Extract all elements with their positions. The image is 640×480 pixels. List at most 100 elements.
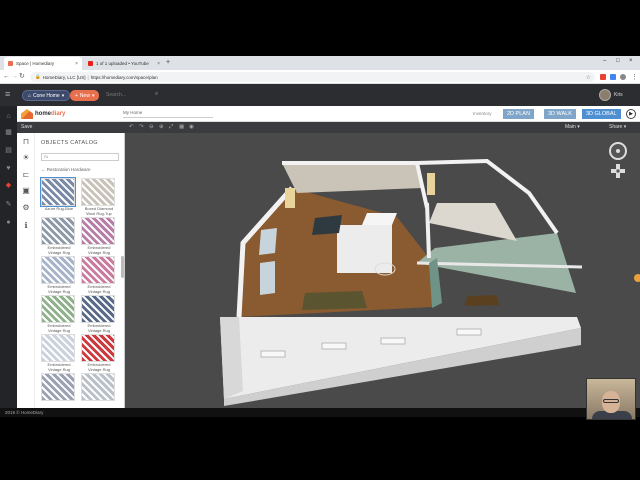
calendar-icon[interactable]: ▦	[4, 128, 13, 137]
document-icon[interactable]: ▤	[4, 146, 13, 155]
level-dropdown[interactable]: Main ▾	[565, 124, 580, 130]
catalog-item[interactable]: Embroidered Vintage Rug	[81, 217, 117, 255]
catalog-item[interactable]: Embroidered Vintage Rug	[41, 217, 77, 255]
url-input[interactable]: 🔒 HomeDiary, LLC [US] | https://homediar…	[30, 72, 595, 82]
catalog-side-tabs: ⊓ ☀ ⊏ ▣ ⚙ ℹ	[17, 133, 35, 408]
extension-icon[interactable]	[610, 74, 616, 80]
fit-view-icon[interactable]: ⤢	[169, 124, 173, 131]
catalog-item[interactable]: Embroidered Vintage Rug	[81, 334, 117, 372]
reload-icon[interactable]: ↻	[19, 72, 25, 81]
grid-icon[interactable]: ▦	[179, 124, 184, 131]
cube-icon[interactable]: ◆	[4, 181, 13, 190]
home-select-label: Cone Home	[33, 92, 60, 99]
maximize-window-icon[interactable]: □	[616, 58, 620, 64]
rug-thumbnail	[81, 373, 115, 401]
catalog-item[interactable]: Embroidered Vintage Rug	[81, 295, 117, 333]
rug-thumbnail	[81, 178, 115, 206]
new-button[interactable]: + New ▾	[70, 90, 100, 101]
camera-icon[interactable]: ◉	[189, 124, 194, 131]
objects-catalog-panel: ⊓ ☀ ⊏ ▣ ⚙ ℹ OBJECTS CATALOG ru ← Restora…	[17, 133, 125, 408]
new-tab-button[interactable]: +	[166, 59, 170, 67]
catalog-item[interactable]: Embroidered Vintage Rug	[41, 256, 77, 294]
catalog-item[interactable]: Embroidered Vintage Rug	[41, 295, 77, 333]
url-site-identity: HomeDiary, LLC [US]	[42, 74, 86, 80]
catalog-item[interactable]: Boxed Diamond Wool Rug-Tup	[81, 178, 117, 216]
catalog-item[interactable]: Embroidered Vintage Rug	[41, 334, 77, 372]
view-2d-plan-button[interactable]: 2D PLAN	[503, 109, 534, 119]
inventory-link[interactable]: Inventory	[473, 111, 492, 116]
browser-tab-homediary[interactable]: Space | Homediary ×	[4, 57, 82, 70]
side-panel-toggle-icon[interactable]	[634, 274, 640, 282]
breadcrumb[interactable]: ← Restoration Hardware	[41, 167, 91, 172]
catalog-item[interactable]: Azure Rug-Blue	[40, 177, 77, 212]
catalog-item-label: Azure Rug-Blue	[44, 206, 74, 211]
zoom-out-icon[interactable]: ⊖	[149, 124, 154, 131]
avatar[interactable]	[599, 89, 611, 101]
redo-icon[interactable]: ↷	[139, 124, 144, 131]
orbit-navigation-icon[interactable]	[609, 142, 627, 160]
home-icon[interactable]: ⌂	[4, 112, 13, 121]
rug-thumbnail	[40, 177, 76, 207]
close-window-icon[interactable]: ×	[629, 58, 633, 64]
bookmark-star-icon[interactable]: ☆	[586, 74, 591, 81]
door-icon[interactable]: ⊏	[21, 170, 31, 180]
undo-icon[interactable]: ↶	[129, 124, 134, 131]
tab-title: 1 of 1 uploaded • YouTube	[96, 61, 149, 66]
view-3d-walk-button[interactable]: 3D WALK	[544, 109, 576, 119]
catalog-item[interactable]	[41, 373, 77, 402]
search-input[interactable]: Search...	[106, 92, 126, 98]
play-icon[interactable]: ▶	[626, 109, 636, 119]
homediary-favicon-icon	[8, 61, 13, 66]
minimize-window-icon[interactable]: –	[603, 58, 606, 64]
catalog-search-input[interactable]: ru	[41, 153, 119, 161]
close-tab-icon[interactable]: ×	[75, 61, 78, 67]
photo-icon[interactable]: ▣	[21, 186, 31, 196]
chevron-down-icon: ▾	[61, 92, 65, 99]
catalog-item-label: Embroidered Vintage Rug	[87, 245, 111, 255]
share-dropdown[interactable]: Share ▾	[609, 124, 626, 130]
chat-icon[interactable]: ●	[4, 218, 13, 227]
rug-thumbnail	[41, 256, 75, 284]
user-name[interactable]: Kris	[614, 92, 623, 98]
wrench-icon[interactable]: ✎	[4, 200, 13, 209]
window	[321, 342, 347, 350]
close-tab-icon[interactable]: ×	[157, 61, 160, 67]
lamp-icon[interactable]: ☀	[21, 153, 31, 163]
search-icon[interactable]: ⌕	[155, 91, 158, 98]
back-icon[interactable]: ←	[3, 72, 10, 81]
browser-tab-youtube[interactable]: 1 of 1 uploaded • YouTube ×	[84, 57, 164, 70]
window	[380, 337, 406, 345]
save-button[interactable]: Save	[21, 124, 32, 130]
catalog-item[interactable]	[81, 373, 117, 402]
heart-icon[interactable]: ♥	[4, 164, 13, 173]
profile-icon[interactable]	[620, 74, 626, 80]
home-select-dropdown[interactable]: ⌂ Cone Home ▾	[22, 90, 71, 101]
rug-thumbnail	[41, 217, 75, 245]
youtube-favicon-icon	[88, 61, 93, 66]
bedroom-floor	[429, 203, 517, 241]
sofa-icon[interactable]: ⊓	[21, 137, 31, 147]
zoom-in-icon[interactable]: ⊕	[159, 124, 164, 131]
chevron-down-icon: ▾	[91, 92, 95, 99]
window-wall	[260, 261, 275, 295]
forward-icon[interactable]: →	[11, 72, 18, 81]
rug-thumbnail	[41, 334, 75, 362]
info-icon[interactable]: ℹ	[21, 221, 31, 231]
view-3d-global-button[interactable]: 3D GLOBAL	[582, 109, 621, 119]
exterior-side-wall	[220, 317, 243, 399]
browser-menu-icon[interactable]: ⋮	[631, 73, 638, 82]
sofa	[302, 291, 367, 310]
settings-icon[interactable]: ⚙	[21, 203, 31, 213]
copyright-text: 2019 © HomeDiary	[5, 410, 44, 415]
catalog-item[interactable]: Embroidered Vintage Rug	[81, 256, 117, 294]
extension-icon[interactable]	[600, 74, 606, 80]
home-icon: ⌂	[28, 92, 32, 99]
tab-title: Space | Homediary	[16, 61, 55, 66]
catalog-scrollbar[interactable]	[121, 256, 124, 278]
project-name-input[interactable]: My Home	[123, 110, 213, 118]
app-header: ≡ ⌂ Cone Home ▾ + New ▾ Search... ⌕ Kris	[0, 84, 640, 106]
browser-tab-strip: Space | Homediary × 1 of 1 uploaded • Yo…	[0, 56, 640, 70]
hamburger-menu-icon[interactable]: ≡	[5, 89, 10, 99]
pan-navigation-icon[interactable]	[611, 164, 625, 178]
lock-icon: 🔒	[35, 74, 41, 79]
